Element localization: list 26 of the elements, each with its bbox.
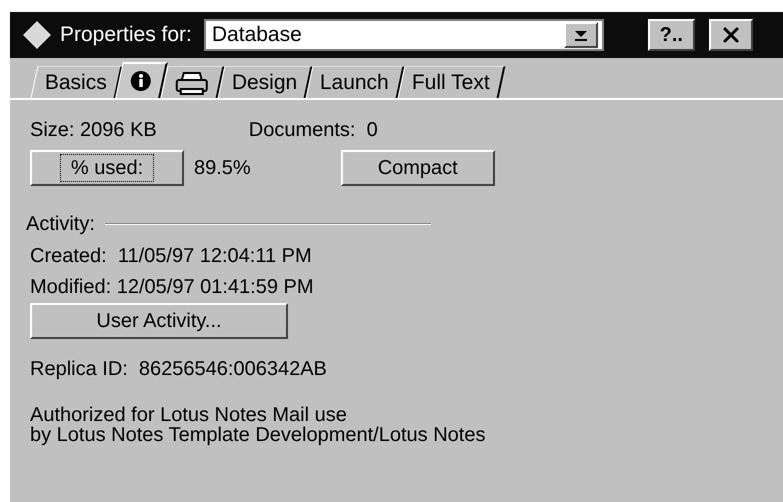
info-icon <box>130 70 152 92</box>
diamond-icon <box>22 20 52 50</box>
modified-text: Modified: 12/05/97 01:41:59 PM <box>30 277 315 297</box>
activity-heading: Activity: <box>26 214 95 234</box>
replica-id-text: Replica ID: 86256546:006342AB <box>30 359 328 379</box>
printer-icon <box>174 70 209 94</box>
dropdown-arrow-button[interactable] <box>564 22 598 48</box>
user-activity-button[interactable]: User Activity... <box>30 303 288 339</box>
properties-label: Properties for: <box>60 22 192 48</box>
documents-text: Documents: 0 <box>248 120 378 140</box>
tab[interactable]: Design <box>217 66 313 98</box>
caret-icon <box>574 29 588 41</box>
percent-value: 89.5% <box>194 158 251 178</box>
percent-used-button[interactable]: % used: <box>30 150 184 186</box>
description-line: Authorized for Lotus Notes Mail use <box>30 405 348 425</box>
description-line: by Lotus Notes Template Development/Lotus Notes <box>30 425 486 445</box>
close-button[interactable] <box>709 19 753 51</box>
help-button[interactable]: ?.. <box>648 19 695 51</box>
created-text: Created: 11/05/97 12:04:11 PM <box>30 246 313 266</box>
tab[interactable]: Full Text <box>398 66 506 98</box>
size-text: Size: 2096 KB <box>30 120 157 140</box>
tab[interactable] <box>160 66 224 98</box>
database-dropdown[interactable]: Database <box>204 19 604 51</box>
compact-button[interactable]: Compact <box>340 150 495 186</box>
dropdown-value: Database <box>212 22 302 48</box>
tab[interactable]: Launch <box>306 66 405 98</box>
